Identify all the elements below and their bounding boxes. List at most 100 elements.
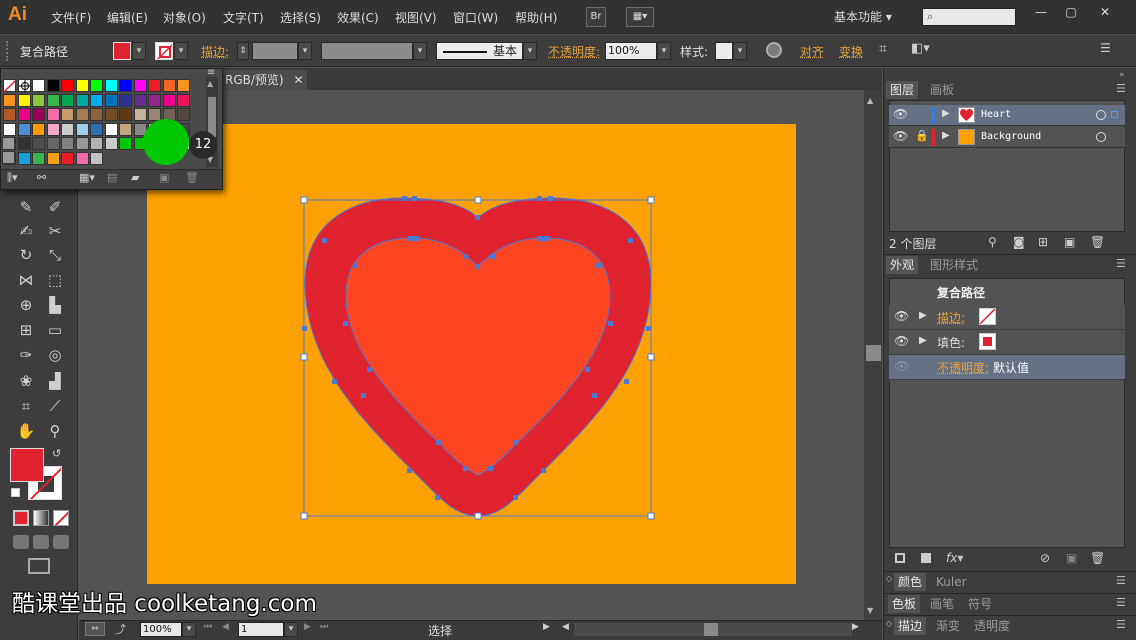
maximize-button[interactable]: ▢: [1056, 4, 1086, 22]
vertical-scroll-thumb[interactable]: [866, 345, 881, 361]
arrange-documents-icon[interactable]: ▦▾: [626, 7, 654, 27]
next-artboard-icon[interactable]: ▶: [304, 622, 311, 632]
variable-width-field[interactable]: [321, 42, 413, 60]
close-window-button[interactable]: ✕: [1090, 4, 1120, 22]
recolor-artwork-icon[interactable]: [766, 42, 782, 58]
stroke-attribute-label[interactable]: 描边:: [937, 309, 965, 326]
hand-tool-icon[interactable]: ✋: [13, 419, 39, 443]
gradient-tool-icon[interactable]: ▭: [42, 318, 68, 342]
stroke-weight-field[interactable]: [252, 42, 298, 60]
color-group-icon[interactable]: ▤: [107, 171, 117, 184]
swatch-chip[interactable]: [177, 108, 190, 121]
swatch-chip[interactable]: [90, 137, 103, 150]
swatch-kind-icon[interactable]: ⚯: [37, 171, 46, 184]
artboard[interactable]: [147, 124, 796, 584]
swatch-chip[interactable]: [90, 151, 103, 165]
swatch-chip[interactable]: [104, 108, 118, 121]
swatch-chip[interactable]: [32, 93, 45, 107]
artboard-tool-icon[interactable]: ⌗: [13, 394, 39, 418]
visibility-eye-icon[interactable]: 👁: [894, 359, 909, 373]
menu-window[interactable]: 窗口(W): [453, 9, 498, 26]
default-colors-icon[interactable]: [11, 488, 20, 497]
swatch-chip[interactable]: [61, 79, 74, 92]
stroke-swatch[interactable]: [155, 42, 173, 60]
swatch-scroll-thumb[interactable]: [208, 97, 216, 137]
workspace-switcher[interactable]: 基本功能 ▾: [834, 8, 892, 25]
swatch-chip[interactable]: [162, 79, 176, 92]
selection-indicator-icon[interactable]: [1111, 111, 1118, 118]
tab-color[interactable]: 颜色: [894, 573, 927, 591]
align-link[interactable]: 对齐: [800, 43, 824, 60]
rotate-tool-icon[interactable]: ↻: [13, 243, 39, 267]
stroke-label[interactable]: 描边:: [201, 43, 229, 60]
color-mode-button[interactable]: [13, 510, 29, 526]
swatch-chip[interactable]: [104, 137, 118, 150]
opacity-input[interactable]: 100%: [605, 42, 657, 60]
swatches-popup[interactable]: ≡ ▼ ▲ 12 ⫼▾ ⚯ ▦▾ ▤ ▰ ▣ 🗑: [0, 67, 223, 190]
shape-builder-tool-icon[interactable]: ⊕: [13, 293, 39, 317]
swatch-chip[interactable]: [90, 122, 103, 136]
brush-style-dropdown[interactable]: ▾: [523, 42, 537, 60]
gradient-mode-button[interactable]: [33, 510, 49, 526]
swatches-menu-icon[interactable]: ☰: [1116, 596, 1126, 609]
menu-help[interactable]: 帮助(H): [515, 9, 557, 26]
color-group-folder-icon[interactable]: [2, 151, 15, 164]
blend-tool-icon[interactable]: ◎: [42, 343, 68, 367]
prev-artboard-icon[interactable]: ◀: [222, 622, 229, 632]
menu-type[interactable]: 文字(T): [223, 9, 264, 26]
visibility-eye-icon[interactable]: 👁: [894, 334, 909, 348]
new-group-icon[interactable]: ▰: [131, 171, 139, 184]
expand-panel-icon[interactable]: ◇: [886, 574, 892, 583]
swatch-chip[interactable]: [148, 79, 161, 92]
swatch-chip[interactable]: [32, 79, 45, 92]
stroke-dropdown[interactable]: ▾: [174, 42, 188, 60]
appearance-row-opacity[interactable]: 👁 不透明度: 默认值: [889, 355, 1125, 380]
swatch-chip[interactable]: [46, 93, 60, 107]
scroll-down-icon[interactable]: ▼: [867, 606, 873, 615]
close-tab-icon[interactable]: ✕: [293, 73, 303, 87]
swatch-chip[interactable]: [32, 151, 45, 165]
swatch-chip[interactable]: [177, 93, 190, 107]
scroll-up-icon[interactable]: ▲: [867, 96, 873, 105]
layer-row-heart[interactable]: 👁 ▶ Heart: [889, 105, 1125, 126]
swatch-chip[interactable]: [133, 93, 147, 107]
swatch-chip[interactable]: [46, 151, 60, 165]
menu-object[interactable]: 对象(O): [163, 9, 206, 26]
bridge-button[interactable]: Br: [586, 7, 606, 27]
mesh-tool-icon[interactable]: ⊞: [13, 318, 39, 342]
new-swatch-icon[interactable]: ▣: [159, 171, 169, 184]
swatch-chip[interactable]: [104, 79, 118, 92]
visibility-eye-icon[interactable]: 👁: [893, 129, 908, 143]
expand-triangle-icon[interactable]: ▶: [919, 310, 927, 321]
lock-icon[interactable]: 🔒: [915, 129, 929, 142]
stroke-weight-dropdown[interactable]: ▾: [298, 42, 312, 60]
appearance-row-stroke[interactable]: 👁 ▶ 描边:: [889, 305, 1125, 330]
swatch-chip[interactable]: [17, 151, 31, 165]
swatch-options-icon[interactable]: ▦▾: [79, 171, 95, 184]
scroll-right-icon[interactable]: ▶: [852, 622, 859, 632]
status-menu-icon[interactable]: ▶: [543, 622, 550, 632]
fill-dropdown[interactable]: ▾: [132, 42, 146, 60]
swatch-chip[interactable]: [75, 137, 89, 150]
visibility-eye-icon[interactable]: 👁: [894, 309, 909, 323]
zoom-dropdown[interactable]: ▾: [182, 622, 196, 637]
swatch-chip[interactable]: [17, 79, 31, 92]
swatch-chip[interactable]: [119, 93, 132, 107]
color-group-folder-icon[interactable]: [2, 137, 15, 150]
graphic-style-swatch[interactable]: [715, 42, 733, 60]
swatch-chip[interactable]: [75, 93, 89, 107]
add-stroke-icon[interactable]: [895, 553, 905, 563]
search-input[interactable]: ⌕: [922, 8, 1016, 26]
swatch-chip[interactable]: [90, 93, 103, 107]
artboard-number-dropdown[interactable]: ▾: [284, 622, 298, 637]
swatch-chip[interactable]: [90, 108, 103, 121]
swatch-chip[interactable]: [119, 122, 132, 136]
appearance-menu-icon[interactable]: ☰: [1116, 257, 1126, 270]
zoom-input[interactable]: 100%: [140, 622, 182, 637]
stroke-none-swatch[interactable]: [979, 308, 996, 325]
artboard-nav-icon[interactable]: ⇔: [85, 622, 105, 636]
scale-tool-icon[interactable]: ⤡: [42, 243, 68, 267]
swatch-chip[interactable]: [119, 79, 132, 92]
fill-swatch[interactable]: [113, 42, 131, 60]
zoom-tool-icon[interactable]: ⚲: [42, 419, 68, 443]
